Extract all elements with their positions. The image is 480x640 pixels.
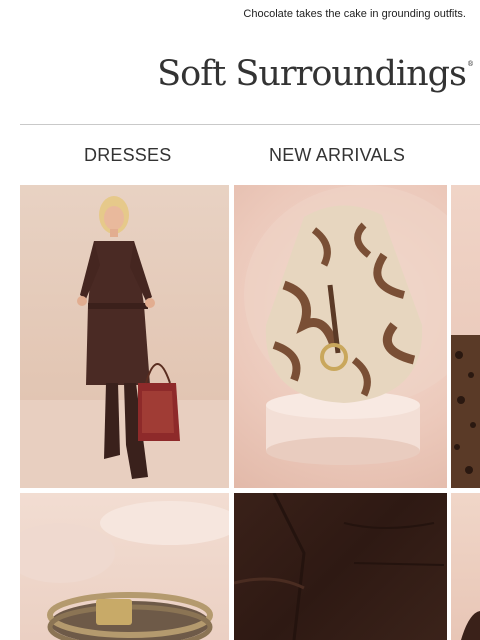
- brand-logo[interactable]: Soft Surroundings®: [157, 54, 474, 94]
- product-image-dress[interactable]: [20, 185, 229, 488]
- nav-link-new-arrivals[interactable]: NEW ARRIVALS: [269, 145, 405, 166]
- product-image-bracelet[interactable]: [20, 493, 229, 640]
- product-image-partial[interactable]: [451, 493, 480, 640]
- preheader-text: Chocolate takes the cake in grounding ou…: [243, 8, 466, 20]
- nav-link-dresses[interactable]: DRESSES: [84, 145, 171, 166]
- trademark-symbol: ®: [467, 60, 474, 68]
- product-image-handbag[interactable]: [234, 185, 447, 488]
- brand-name: Soft Surroundings: [157, 54, 467, 94]
- product-image-suede-detail[interactable]: [234, 493, 447, 640]
- product-image-leopard-top[interactable]: [451, 185, 480, 488]
- header-divider: [20, 124, 480, 125]
